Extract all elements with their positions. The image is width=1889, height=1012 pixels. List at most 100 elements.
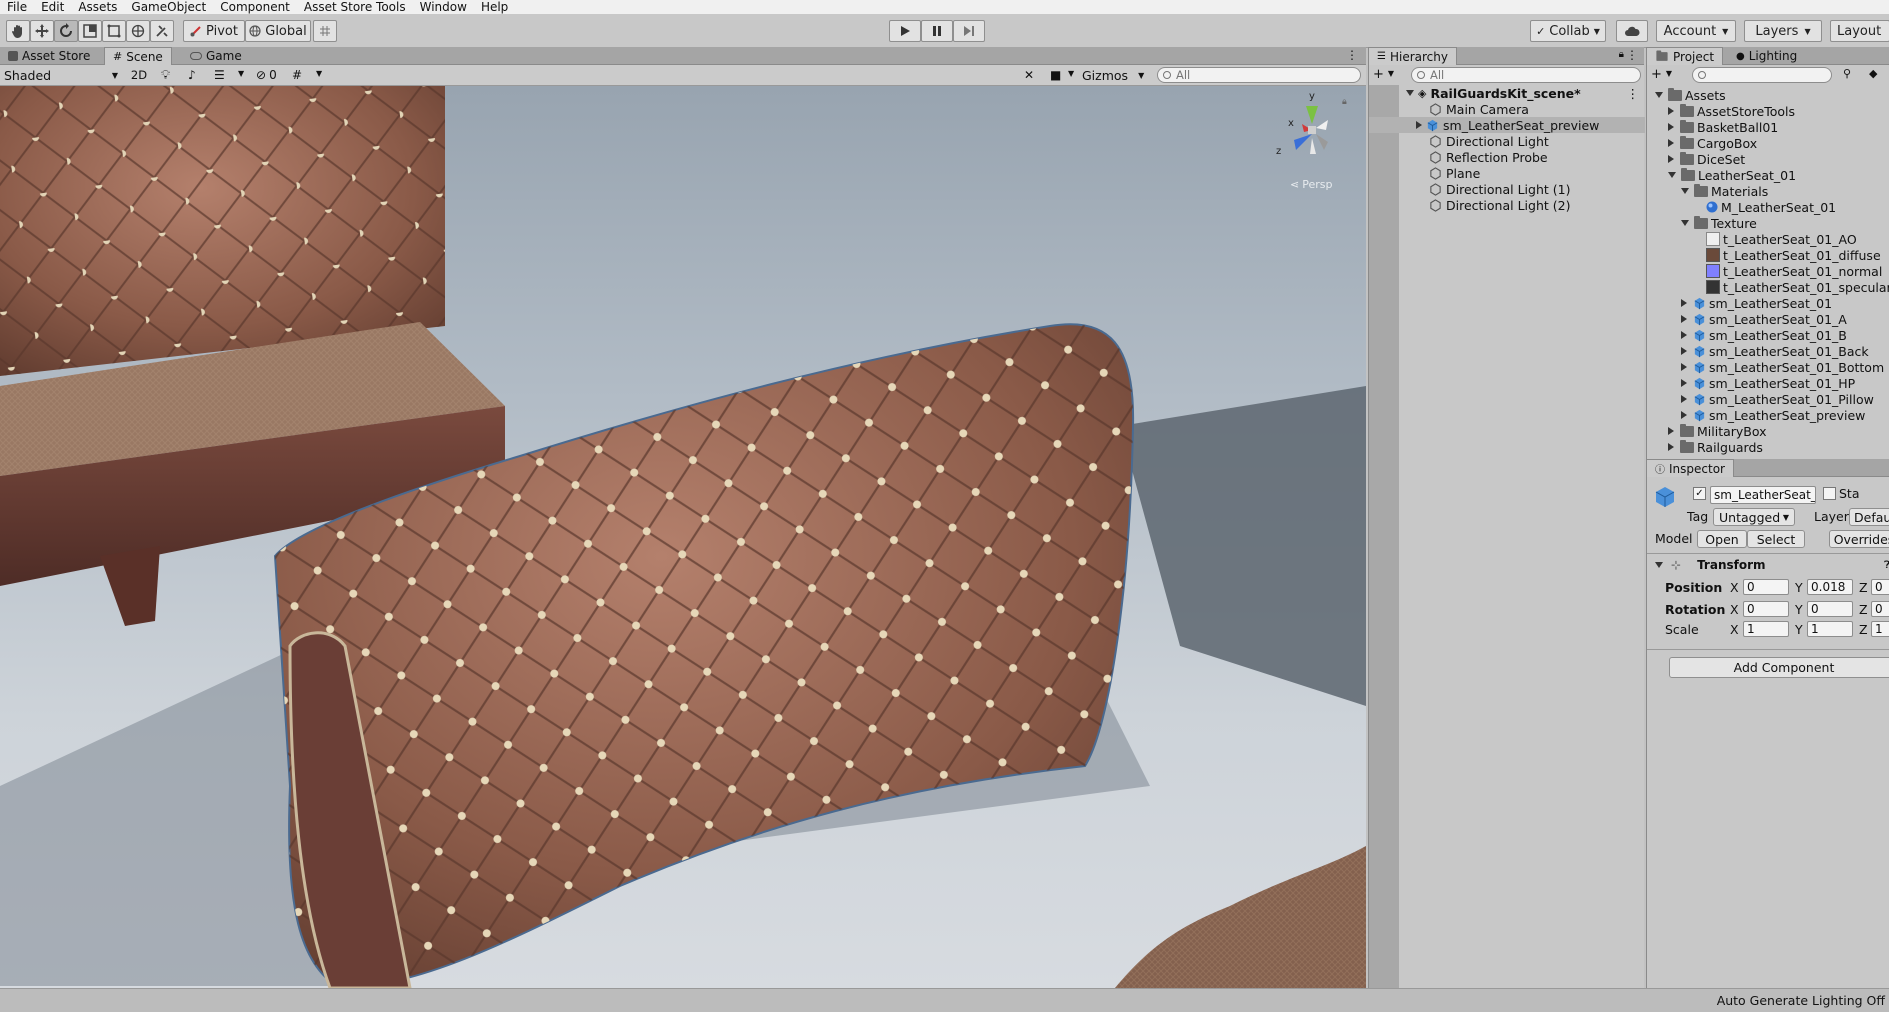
menu-file[interactable]: File: [0, 0, 34, 14]
search-by-type-icon[interactable]: ⚲: [1843, 67, 1851, 80]
project-tree-item[interactable]: t_LeatherSeat_01_specular: [1694, 279, 1889, 295]
open-button[interactable]: Open: [1697, 530, 1747, 548]
project-tree-item[interactable]: sm_LeatherSeat_01_HP: [1681, 375, 1855, 391]
shading-mode-dropdown[interactable]: Shaded ▼: [2, 67, 120, 84]
layout-dropdown[interactable]: Layout: [1830, 20, 1889, 42]
project-tree-item[interactable]: MilitaryBox: [1668, 423, 1767, 439]
lighting-toggle-icon[interactable]: 💡︎: [161, 68, 170, 83]
object-name-field[interactable]: sm_LeatherSeat_previ: [1710, 486, 1816, 504]
tab-project[interactable]: Project: [1646, 47, 1724, 65]
pivot-toggle[interactable]: Pivot: [183, 20, 245, 42]
chevron-right-icon[interactable]: [1681, 363, 1687, 371]
position-y-field[interactable]: 0.018: [1807, 579, 1853, 595]
chevron-right-icon[interactable]: [1681, 347, 1687, 355]
scale-tool-button[interactable]: [78, 20, 102, 42]
rotate-tool-button[interactable]: [54, 20, 78, 42]
2d-toggle[interactable]: 2D: [127, 67, 151, 84]
project-tree-item[interactable]: Railguards: [1668, 439, 1763, 455]
tools-icon[interactable]: ✕: [1024, 68, 1034, 82]
project-tree-item[interactable]: sm_LeatherSeat_01_Pillow: [1681, 391, 1874, 407]
position-z-field[interactable]: 0: [1871, 579, 1889, 595]
project-tree-item[interactable]: sm_LeatherSeat_01_Bottom: [1681, 359, 1884, 375]
chevron-right-icon[interactable]: [1681, 379, 1687, 387]
chevron-right-icon[interactable]: [1681, 411, 1687, 419]
project-tree-item[interactable]: sm_LeatherSeat_01: [1681, 295, 1832, 311]
chevron-right-icon[interactable]: [1668, 107, 1674, 115]
tab-hierarchy[interactable]: ☰ Hierarchy: [1368, 47, 1457, 65]
rotation-x-field[interactable]: 0: [1743, 601, 1789, 617]
lock-icon[interactable]: 🔒︎: [1342, 97, 1347, 107]
hierarchy-item[interactable]: Directional Light (2): [1369, 197, 1645, 213]
chevron-down-icon[interactable]: ▼: [238, 69, 244, 78]
tag-icon[interactable]: ◆: [1869, 67, 1877, 80]
tab-scene[interactable]: # Scene: [104, 47, 172, 65]
menu-component[interactable]: Component: [213, 0, 297, 14]
chevron-down-icon[interactable]: [1655, 562, 1663, 568]
project-tree-item[interactable]: sm_LeatherSeat_01_A: [1681, 311, 1847, 327]
select-button[interactable]: Select: [1747, 530, 1805, 548]
chevron-down-icon[interactable]: [1681, 188, 1689, 194]
menu-asset-store-tools[interactable]: Asset Store Tools: [297, 0, 413, 14]
grid-snap-button[interactable]: [313, 20, 337, 42]
rotation-z-field[interactable]: 0: [1871, 601, 1889, 617]
hand-tool-button[interactable]: [6, 20, 30, 42]
project-tree-item[interactable]: Assets: [1655, 87, 1726, 103]
project-tree-item[interactable]: t_LeatherSeat_01_diffuse: [1694, 247, 1881, 263]
menu-edit[interactable]: Edit: [34, 0, 71, 14]
tab-lighting[interactable]: ● Lighting: [1728, 47, 1805, 65]
project-tree-item[interactable]: AssetStoreTools: [1668, 103, 1795, 119]
project-tree-item[interactable]: sm_LeatherSeat_01_Back: [1681, 343, 1869, 359]
hierarchy-search-input[interactable]: All: [1411, 67, 1641, 83]
project-tree-item[interactable]: sm_LeatherSeat_01_B: [1681, 327, 1847, 343]
chevron-right-icon[interactable]: [1681, 331, 1687, 339]
hierarchy-item[interactable]: Reflection Probe: [1369, 149, 1645, 165]
chevron-right-icon[interactable]: [1668, 123, 1674, 131]
chevron-right-icon[interactable]: [1416, 121, 1422, 129]
chevron-down-icon[interactable]: [1668, 172, 1676, 178]
chevron-down-icon[interactable]: [1655, 92, 1663, 98]
hidden-objects-toggle[interactable]: ⊘ 0: [256, 68, 277, 82]
hierarchy-item[interactable]: Directional Light: [1369, 133, 1645, 149]
chevron-right-icon[interactable]: [1681, 299, 1687, 307]
tab-asset-store[interactable]: Asset Store: [0, 47, 98, 65]
chevron-right-icon[interactable]: [1681, 315, 1687, 323]
tab-game[interactable]: Game: [182, 47, 250, 65]
custom-tool-button[interactable]: [150, 20, 174, 42]
camera-icon[interactable]: ■: [1050, 68, 1061, 82]
project-tree-item[interactable]: LeatherSeat_01: [1668, 167, 1796, 183]
rotation-y-field[interactable]: 0: [1807, 601, 1853, 617]
orientation-gizmo[interactable]: y x z 🔒︎: [1272, 91, 1348, 170]
chevron-right-icon[interactable]: [1668, 427, 1674, 435]
play-button[interactable]: [889, 20, 921, 42]
project-search-input[interactable]: [1692, 67, 1832, 83]
static-checkbox[interactable]: [1823, 487, 1836, 500]
hierarchy-item[interactable]: Main Camera: [1369, 101, 1645, 117]
scale-x-field[interactable]: 1: [1743, 621, 1789, 637]
project-tree-item[interactable]: t_LeatherSeat_01_normal: [1694, 263, 1882, 279]
tab-inspector[interactable]: ⓘ Inspector: [1646, 459, 1734, 477]
chevron-down-icon[interactable]: ▼: [1068, 69, 1074, 78]
create-dropdown[interactable]: + ▼: [1373, 67, 1394, 82]
scene-viewport[interactable]: y x z 🔒︎ ⋖ Persp: [0, 86, 1366, 988]
global-toggle[interactable]: Global: [245, 20, 311, 42]
panel-menu-icon[interactable]: ⋮: [1626, 48, 1638, 62]
cloud-button[interactable]: [1616, 20, 1648, 42]
overrides-dropdown[interactable]: Overrides: [1829, 530, 1889, 548]
project-tree-item[interactable]: sm_LeatherSeat_preview: [1681, 407, 1865, 423]
project-tree-item[interactable]: DiceSet: [1668, 151, 1745, 167]
effects-toggle-icon[interactable]: ☰: [214, 68, 225, 82]
project-tree-item[interactable]: Texture: [1681, 215, 1757, 231]
chevron-down-icon[interactable]: ▼: [316, 69, 322, 78]
grid-toggle-icon[interactable]: #: [292, 68, 302, 82]
project-tree-item[interactable]: Materials: [1681, 183, 1768, 199]
chevron-right-icon[interactable]: [1668, 139, 1674, 147]
scale-y-field[interactable]: 1: [1807, 621, 1853, 637]
persp-toggle[interactable]: ⋖ Persp: [1290, 178, 1332, 191]
project-tree-item[interactable]: CargoBox: [1668, 135, 1757, 151]
hierarchy-item-selected[interactable]: sm_LeatherSeat_preview: [1369, 117, 1645, 133]
tag-dropdown[interactable]: Untagged ▼: [1713, 508, 1795, 526]
project-create-dropdown[interactable]: + ▼: [1651, 67, 1672, 82]
add-component-button[interactable]: Add Component: [1669, 657, 1889, 678]
lock-icon[interactable]: 🔒︎: [1619, 49, 1624, 60]
scale-z-field[interactable]: 1: [1871, 621, 1889, 637]
